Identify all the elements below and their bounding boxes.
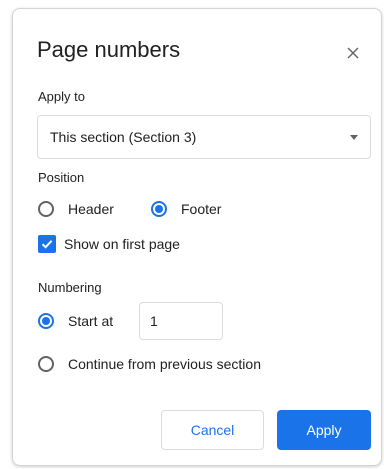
numbering-label: Numbering bbox=[38, 280, 102, 295]
start-at-label: Start at bbox=[68, 313, 114, 329]
radio-header[interactable]: Header bbox=[38, 201, 114, 217]
continue-radio-button[interactable] bbox=[38, 356, 54, 372]
show-first-page-checkbox[interactable] bbox=[38, 235, 56, 253]
footer-radio-button[interactable] bbox=[151, 201, 167, 217]
start-at-radio-button[interactable] bbox=[38, 313, 54, 329]
cancel-button[interactable]: Cancel bbox=[161, 410, 264, 450]
apply-to-selected-value: This section (Section 3) bbox=[50, 129, 197, 145]
header-radio-button[interactable] bbox=[38, 201, 54, 217]
close-button[interactable] bbox=[343, 43, 363, 63]
show-first-page-label: Show on first page bbox=[64, 236, 180, 252]
chevron-down-icon bbox=[350, 135, 358, 140]
check-icon bbox=[41, 240, 53, 249]
start-at-input[interactable] bbox=[139, 302, 223, 340]
position-label: Position bbox=[38, 170, 85, 185]
apply-button[interactable]: Apply bbox=[277, 410, 371, 450]
footer-radio-label: Footer bbox=[181, 201, 222, 217]
continue-label: Continue from previous section bbox=[68, 356, 261, 372]
page-numbers-dialog: Page numbers Apply to This section (Sect… bbox=[12, 8, 382, 466]
radio-continue[interactable]: Continue from previous section bbox=[38, 356, 261, 372]
close-icon bbox=[347, 47, 359, 59]
apply-to-label: Apply to bbox=[38, 89, 85, 104]
radio-start-at[interactable]: Start at bbox=[38, 313, 113, 329]
radio-footer[interactable]: Footer bbox=[151, 201, 221, 217]
show-first-page-checkbox-row[interactable]: Show on first page bbox=[38, 235, 180, 253]
header-radio-label: Header bbox=[68, 201, 114, 217]
apply-to-select[interactable]: This section (Section 3) bbox=[37, 115, 371, 159]
dialog-title: Page numbers bbox=[37, 37, 181, 62]
